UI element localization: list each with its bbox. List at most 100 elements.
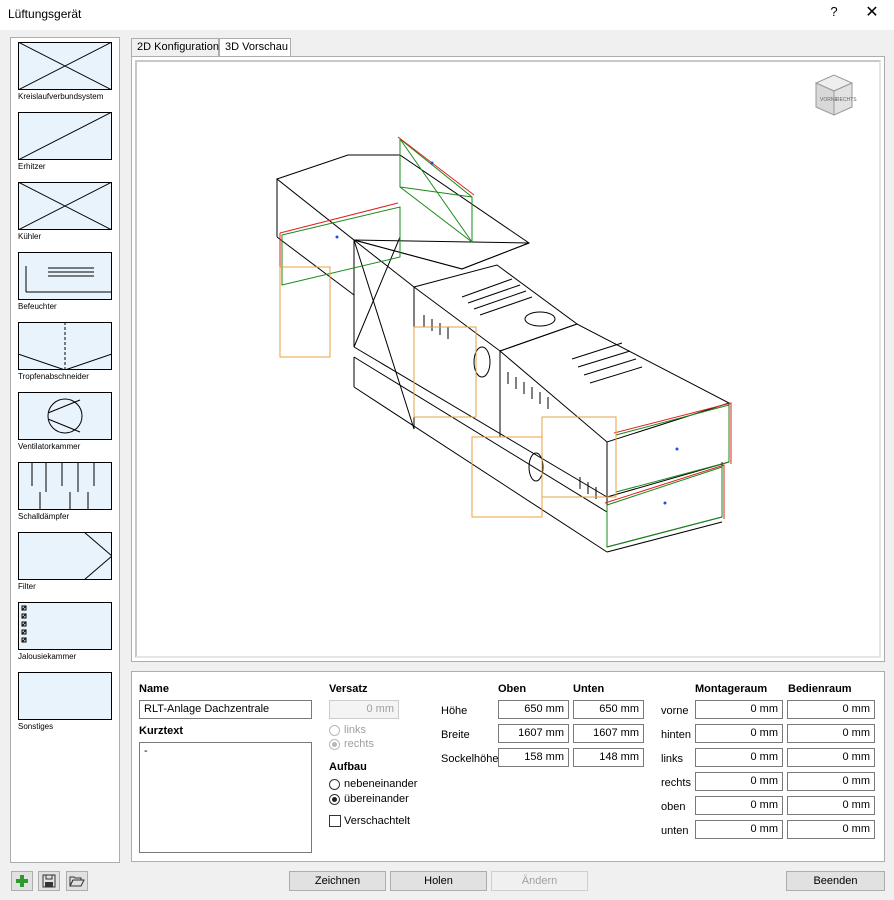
palette-label: Schalldämpfer [18,512,70,521]
humidifier-icon [18,252,112,300]
versatz-rechts-radio[interactable]: rechts [329,738,374,750]
col-oben-header: Oben [498,683,527,695]
aufbau-uebereinander-radio[interactable]: übereinander [329,793,409,805]
links-bedien-input[interactable]: 0 mm [787,748,875,767]
sockelhoehe-oben-input[interactable]: 158 mm [498,748,569,767]
filter-icon [18,532,112,580]
save-button[interactable] [38,871,60,891]
3d-viewport[interactable]: VORNE RECHTS [131,56,885,662]
breite-oben-input[interactable]: 1607 mm [498,724,569,743]
palette-label: Kreislaufverbundsystem [18,92,104,101]
palette-label: Tropfenabschneider [18,372,89,381]
name-label: Name [139,683,169,695]
kurztext-label: Kurztext [139,725,184,737]
breite-label: Breite [441,729,470,741]
crossed-box-icon [18,182,112,230]
aufbau-label: Aufbau [329,761,367,773]
links-label: links [661,753,684,765]
view-cube-front-label: RECHTS [836,97,857,103]
diagonal-box-icon [18,112,112,160]
hoehe-oben-input[interactable]: 650 mm [498,700,569,719]
palette-label: Filter [18,582,36,591]
versatz-input[interactable]: 0 mm [329,700,399,719]
radio-dot [329,738,340,750]
aendern-button[interactable]: Ändern [491,871,588,891]
vorne-montage-input[interactable]: 0 mm [695,700,783,719]
fan-icon [18,392,112,440]
oben-montage-input[interactable]: 0 mm [695,796,783,815]
hinten-bedien-input[interactable]: 0 mm [787,724,875,743]
add-button[interactable] [11,871,33,891]
palette-item-erhitzer[interactable]: Erhitzer [18,112,114,171]
hoehe-label: Höhe [441,705,468,717]
palette-item-sonstiges[interactable]: Sonstiges [18,672,114,731]
folder-open-icon [69,876,85,887]
palette-item-jalousiekammer[interactable]: Jalousiekammer [18,602,114,661]
rechts-montage-input[interactable]: 0 mm [695,772,783,791]
title-bar: Lüftungsgerät ? ✕ [0,0,894,30]
oben-bedien-input[interactable]: 0 mm [787,796,875,815]
floppy-disk-icon [42,874,56,888]
sockelhoehe-unten-input[interactable]: 148 mm [573,748,644,767]
col-unten-header: Unten [573,683,605,695]
palette-item-ventilatorkammer[interactable]: Ventilatorkammer [18,392,114,451]
palette-label: Befeuchter [18,302,57,311]
tab-3d-vorschau[interactable]: 3D Vorschau [219,38,291,57]
palette-label: Kühler [18,232,42,241]
unten-label: unten [661,825,689,837]
help-button[interactable]: ? [826,4,842,19]
crossed-box-icon [18,42,112,90]
palette-label: Sonstiges [18,722,54,731]
radio-dot [329,793,340,805]
palette-item-befeuchter[interactable]: Befeuchter [18,252,114,311]
links-montage-input[interactable]: 0 mm [695,748,783,767]
vorne-label: vorne [661,705,689,717]
hoehe-unten-input[interactable]: 650 mm [573,700,644,719]
empty-box-icon [18,672,112,720]
radio-dot [329,724,340,736]
droplet-separator-icon [18,322,112,370]
palette-label: Jalousiekammer [18,652,77,661]
palette-item-kreislaufverbundsystem[interactable]: Kreislaufverbundsystem [18,42,114,101]
vorne-bedien-input[interactable]: 0 mm [787,700,875,719]
hinten-montage-input[interactable]: 0 mm [695,724,783,743]
louvre-icon [18,602,112,650]
properties-panel: Name RLT-Anlage Dachzentrale Kurztext - … [131,671,885,862]
3d-model-drawing: VORNE RECHTS [275,74,857,553]
versatz-links-radio[interactable]: links [329,724,366,736]
view-cube[interactable]: VORNE RECHTS [814,74,857,116]
palette-label: Erhitzer [18,162,46,171]
palette-item-filter[interactable]: Filter [18,532,114,591]
window-title: Lüftungsgerät [8,7,82,21]
palette-item-schalldaempfer[interactable]: Schalldämpfer [18,462,114,521]
palette-item-tropfenabschneider[interactable]: Tropfenabschneider [18,322,114,381]
silencer-icon [18,462,112,510]
col-montageraum-header: Montageraum [695,683,768,695]
breite-unten-input[interactable]: 1607 mm [573,724,644,743]
hinten-label: hinten [661,729,691,741]
verschachtelt-checkbox[interactable]: Verschachtelt [329,815,410,827]
plus-icon [16,875,28,887]
beenden-button[interactable]: Beenden [786,871,885,891]
oben-label: oben [661,801,686,813]
versatz-label: Versatz [329,683,368,695]
radio-dot [329,778,340,790]
checkbox-box [329,815,341,827]
palette-label: Ventilatorkammer [18,442,81,451]
tab-2d-konfiguration[interactable]: 2D Konfiguration [131,38,219,57]
component-palette: Kreislaufverbundsystem Erhitzer Kühler B… [10,37,120,863]
zeichnen-button[interactable]: Zeichnen [289,871,386,891]
palette-item-kuehler[interactable]: Kühler [18,182,114,241]
rechts-bedien-input[interactable]: 0 mm [787,772,875,791]
open-button[interactable] [66,871,88,891]
rechts-label: rechts [661,777,691,789]
holen-button[interactable]: Holen [390,871,487,891]
unten-bedien-input[interactable]: 0 mm [787,820,875,839]
col-bedienraum-header: Bedienraum [788,683,852,695]
aufbau-nebeneinander-radio[interactable]: nebeneinander [329,778,417,790]
name-input[interactable]: RLT-Anlage Dachzentrale [139,700,312,719]
unten-montage-input[interactable]: 0 mm [695,820,783,839]
close-button[interactable]: ✕ [860,2,884,22]
sockelhoehe-label: Sockelhöhe [441,753,499,765]
kurztext-textarea[interactable]: - [139,742,312,853]
